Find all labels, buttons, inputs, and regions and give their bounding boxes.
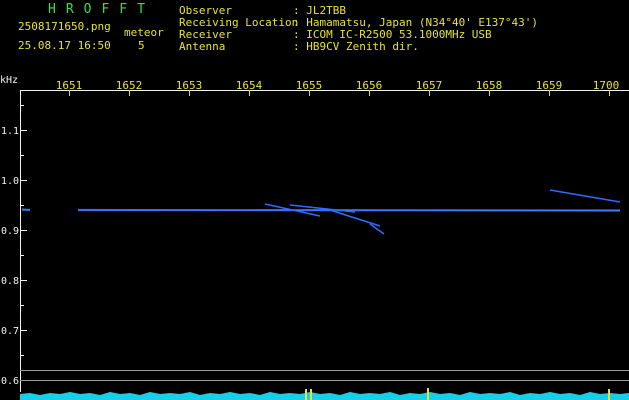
y-axis-unit: kHz xyxy=(0,75,18,86)
x-tick-label: 1652 xyxy=(116,79,143,92)
y-tick-label: 1.0 xyxy=(1,176,19,187)
x-tick-label: 1651 xyxy=(56,79,83,92)
x-tick-label: 1657 xyxy=(416,79,443,92)
x-tick-label: 1659 xyxy=(536,79,563,92)
y-tick-label: 0.7 xyxy=(1,326,19,337)
spectrogram-plot: kHz 1.1 1.0 0.9 0.8 0.7 0.6 1651 1652 16… xyxy=(0,75,629,400)
y-ticks xyxy=(20,105,27,381)
signal-level-strip xyxy=(20,392,629,400)
y-tick-label: 1.1 xyxy=(1,126,19,137)
x-tick-label: 1656 xyxy=(356,79,383,92)
y-tick-label: 0.8 xyxy=(1,276,19,287)
meteor-echo xyxy=(329,209,381,227)
carrier-trace-highlight xyxy=(77,209,621,211)
y-tick-label: 0.6 xyxy=(1,376,19,387)
y-tick-label: 0.9 xyxy=(1,226,19,237)
x-tick-label: 1700 xyxy=(593,79,620,92)
x-tick-label: 1653 xyxy=(176,79,203,92)
x-tick-label: 1658 xyxy=(476,79,503,92)
carrier-trace xyxy=(21,208,31,211)
meteor-echoes xyxy=(264,189,621,235)
meteor-echo xyxy=(549,189,621,203)
x-tick-label: 1655 xyxy=(296,79,323,92)
x-tick-label: 1654 xyxy=(236,79,263,92)
